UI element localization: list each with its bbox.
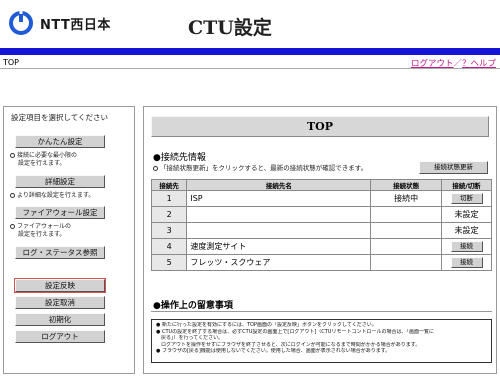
row-action-cell: 切断 [441, 190, 492, 207]
row-name: ISP [186, 190, 372, 207]
col-header-action: 接続/切断 [441, 179, 492, 191]
col-header-name: 接続先名 [186, 179, 372, 191]
table-row: 2 未設定 [150, 206, 492, 223]
connect-button[interactable]: 接続 [450, 241, 483, 252]
row-status [370, 206, 442, 223]
sidebar-heading: 設定項目を選択してください [11, 113, 109, 122]
row-number: 5 [150, 254, 188, 271]
row-name: フレッツ・スクウェア [186, 254, 372, 271]
row-status [370, 222, 442, 239]
header: NTT西日本 CTU設定 [0, 0, 500, 48]
radio-icon [10, 193, 15, 198]
sidebar: 設定項目を選択してください かんたん設定 接続に必要な最小限の 設定を行えます。… [3, 106, 135, 374]
app-title: CTU設定 [188, 17, 272, 39]
unset-label: 未設定 [454, 226, 479, 235]
connect-button[interactable]: 接続 [450, 257, 483, 268]
nav-row: TOP ログアウト／？ヘルプ [0, 55, 500, 69]
detail-setup-note: より詳細な設定を行えます。 [10, 192, 122, 200]
refresh-status-button[interactable]: 接続状態更新 [419, 161, 488, 174]
initialize-button[interactable]: 初期化 [15, 313, 105, 326]
table-row: 3 未設定 [150, 222, 492, 239]
radio-icon [10, 153, 15, 158]
row-name [186, 222, 372, 239]
notice-item: 戻る」）を行ってください。 [156, 335, 224, 342]
notice-item: ● 新たに行った設定を有効にするには、TOP画面の「設定反映」ボタンをクリックし… [156, 322, 377, 328]
table-row: 1 ISP 接続中 切断 [150, 190, 492, 207]
row-action-cell: 接続 [441, 254, 492, 271]
ntt-logo-icon [8, 10, 34, 36]
firewall-setup-note: ファイアウォールの 設定を行えます。 [10, 223, 122, 239]
brand-name: NTT西日本 [40, 17, 111, 33]
notice-item: ● ブラウザの[戻る]機能は使用しないでください。使用した場合、画面が表示されな… [156, 348, 391, 355]
disconnect-button[interactable]: 切断 [450, 193, 483, 204]
notice-box: ● 新たに行った設定を有効にするには、TOP画面の「設定反映」ボタンをクリックし… [151, 319, 492, 363]
easy-setup-note: 接続に必要な最小限の 設定を行えます。 [10, 152, 122, 168]
page-title: TOP [151, 116, 489, 137]
log-status-button[interactable]: ログ・ステータス参照 [15, 246, 105, 259]
row-status: 接続中 [370, 190, 442, 207]
radio-icon [10, 224, 15, 229]
main-panel: TOP ●接続先情報 「接続状態更新」をクリックすると、最新の接続状態が確認でき… [143, 106, 497, 374]
row-status [370, 238, 442, 255]
sidebar-logout-button[interactable]: ログアウト [15, 330, 105, 343]
divider [151, 311, 492, 312]
table-row: 4 速度測定サイト 接続 [150, 238, 492, 255]
firewall-setup-button[interactable]: ファイアウォール設定 [15, 206, 105, 219]
row-number: 2 [150, 206, 188, 223]
row-name: 速度測定サイト [186, 238, 372, 255]
detail-setup-note-line: より詳細な設定を行えます。 [17, 192, 95, 199]
header-bar [0, 48, 500, 55]
easy-setup-note-line2: 設定を行えます。 [18, 160, 66, 167]
row-action-cell: 未設定 [441, 222, 492, 239]
radio-icon [153, 165, 158, 171]
detail-setup-button[interactable]: 詳細設定 [15, 175, 105, 188]
notice-item: ログアウトを操作をせずにブラウザを終了させると、次にログインが可能になるまで時間… [156, 341, 421, 348]
refresh-hint: 「接続状態更新」をクリックすると、最新の接続状態が確認できます。 [153, 162, 367, 172]
row-status [370, 254, 442, 271]
table-row: 5 フレッツ・スクウェア 接続 [150, 254, 492, 271]
row-action-cell: 未設定 [441, 206, 492, 223]
firewall-note-line2: 設定を行えます。 [18, 231, 66, 238]
easy-setup-note-line1: 接続に必要な最小限の [17, 152, 78, 159]
cancel-settings-button[interactable]: 設定取消 [15, 296, 105, 309]
row-number: 3 [150, 222, 188, 239]
row-number: 1 [150, 190, 188, 207]
col-header-number: 接続先 [150, 179, 188, 191]
brand-logo: NTT西日本 [8, 10, 111, 36]
row-name [186, 206, 372, 223]
table-header-row: 接続先 接続先名 接続状態 接続/切断 [150, 179, 492, 191]
notice-item: ● CTUの設定を終了する場合は、必ずCTU設定の画面上で[ログアウト]（CTU… [156, 328, 434, 335]
notice-heading: ●操作上の留意事項 [153, 301, 233, 311]
connection-table: 接続先 接続先名 接続状態 接続/切断 1 ISP 接続中 切断 2 未設定 3 [150, 179, 492, 271]
apply-settings-button[interactable]: 設定反映 [14, 278, 106, 293]
nav-links: ログアウト／？ヘルプ [411, 57, 496, 69]
unset-label: 未設定 [454, 210, 479, 219]
firewall-note-line1: ファイアウォールの [17, 223, 72, 230]
refresh-hint-text: 「接続状態更新」をクリックすると、最新の接続状態が確認できます。 [160, 164, 368, 172]
help-link[interactable]: ？ヘルプ [462, 59, 496, 69]
nav-separator: ／ [453, 59, 462, 69]
breadcrumb: TOP [3, 58, 20, 67]
row-number: 4 [150, 238, 188, 255]
easy-setup-button[interactable]: かんたん設定 [15, 135, 105, 148]
logout-link[interactable]: ログアウト [411, 59, 454, 69]
col-header-status: 接続状態 [370, 179, 442, 191]
row-action-cell: 接続 [441, 238, 492, 255]
